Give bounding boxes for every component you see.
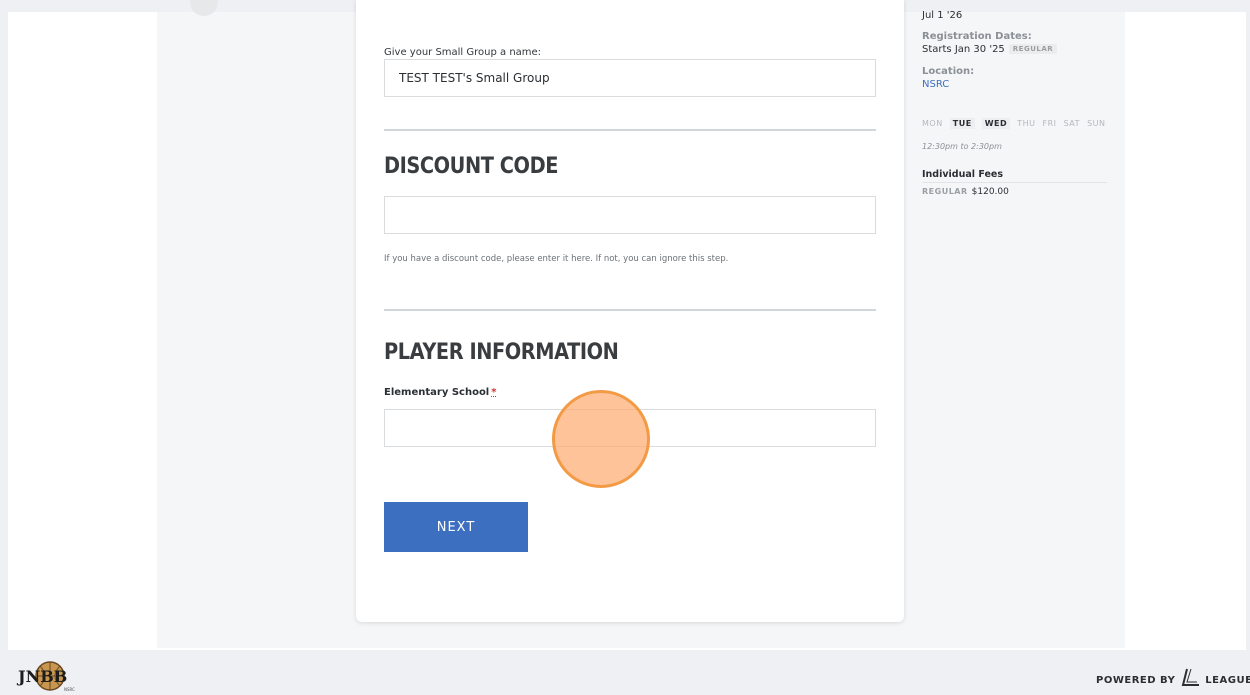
day-fri: FRI: [1042, 119, 1057, 128]
required-marker: *: [491, 387, 497, 398]
location-link[interactable]: NSRC: [922, 79, 949, 90]
fee-row: REGULAR $120.00: [922, 187, 1009, 197]
player-information-heading: PLAYER INFORMATION: [384, 340, 619, 365]
fee-amount: $120.00: [971, 187, 1009, 197]
day-wed: WED: [981, 118, 1011, 129]
registration-badge: REGULAR: [1008, 44, 1058, 54]
weekday-list: MON TUE WED THU FRI SAT SUN: [922, 118, 1110, 129]
day-tue: TUE: [949, 118, 975, 129]
location-label: Location:: [922, 66, 975, 77]
section-divider: [384, 309, 876, 311]
section-divider: [384, 129, 876, 131]
end-date: Jul 1 '26: [922, 10, 963, 21]
logo-text: JNBB: [16, 667, 67, 686]
leagueapps-logo-icon: [1182, 668, 1200, 686]
powered-by-text: POWERED BY: [1096, 675, 1176, 686]
next-button[interactable]: NEXT: [384, 502, 528, 552]
individual-fees-title: Individual Fees: [922, 169, 1107, 183]
registration-dates-label: Registration Dates:: [922, 31, 1032, 42]
brand-name: LEAGUEA: [1205, 675, 1250, 686]
registration-start: Starts Jan 30 '25: [922, 44, 1005, 55]
discount-code-input[interactable]: [384, 196, 876, 234]
elementary-school-label: Elementary School *: [384, 387, 496, 398]
elementary-school-label-text: Elementary School: [384, 387, 490, 398]
session-time: 12:30pm to 2:30pm: [922, 142, 1002, 151]
day-sat: SAT: [1063, 119, 1081, 128]
logo-subtext: NSRC: [64, 687, 75, 692]
group-name-label: Give your Small Group a name:: [384, 47, 542, 58]
day-thu: THU: [1017, 119, 1036, 128]
fee-tag: REGULAR: [922, 187, 968, 196]
group-name-input[interactable]: [384, 59, 876, 97]
day-sun: SUN: [1087, 119, 1106, 128]
day-mon: MON: [922, 119, 943, 128]
elementary-school-input[interactable]: [384, 409, 876, 447]
discount-code-hint: If you have a discount code, please ente…: [384, 254, 729, 264]
jnbb-logo-icon[interactable]: JNBB NSRC: [14, 660, 86, 692]
discount-code-heading: DISCOUNT CODE: [384, 154, 559, 179]
registration-dates-value: Starts Jan 30 '25 REGULAR: [922, 44, 1058, 55]
powered-by[interactable]: POWERED BY LEAGUEA: [1096, 668, 1250, 688]
